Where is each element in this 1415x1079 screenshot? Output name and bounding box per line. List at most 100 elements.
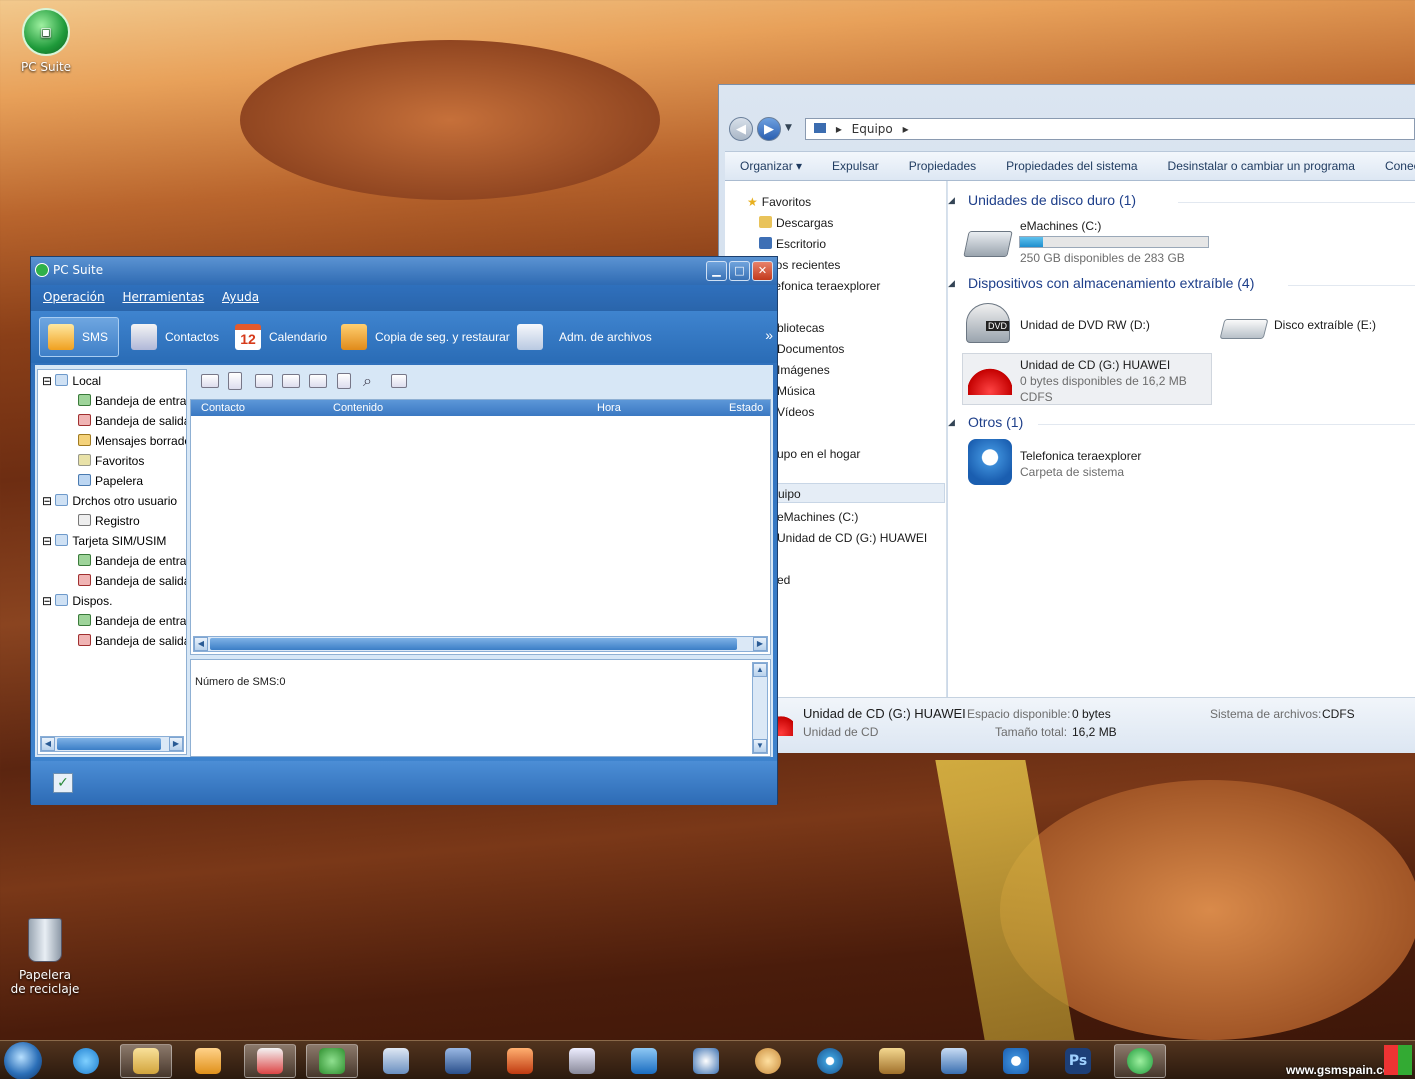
tree-local-inbox[interactable]: Bandeja de entrad [78,394,186,408]
tab-contactos[interactable]: Contactos [123,317,227,357]
close-button[interactable]: ✕ [752,261,773,281]
tree-local-drafts[interactable]: Mensajes borrador [78,434,186,448]
tree-local[interactable]: ⊟ Local [42,374,101,388]
scroll-right-icon[interactable]: ▶ [169,737,183,751]
command-organizar[interactable]: Organizar ▾ [725,159,817,173]
tree-local-favorites[interactable]: Favoritos [78,454,144,468]
taskbar-app-tools[interactable] [556,1044,608,1078]
taskbar-snipping[interactable] [244,1044,296,1078]
group-other[interactable]: Otros (1) [968,414,1023,430]
column-hora[interactable]: Hora [597,400,621,416]
menu-herramientas[interactable]: Herramientas [122,290,204,304]
scroll-left-icon[interactable]: ◀ [41,737,55,751]
tree-sim-inbox[interactable]: Bandeja de entrad [78,554,186,568]
list-hscrollbar[interactable]: ◀ ▶ [193,636,768,652]
nav-musica[interactable]: Música [777,384,815,398]
collapse-icon[interactable]: ◢ [948,195,955,206]
menu-operacion[interactable]: Operación [43,290,105,304]
taskbar-paint[interactable] [742,1044,794,1078]
collapse-icon[interactable]: ◢ [948,417,955,428]
nav-imagenes[interactable]: Imágenes [777,363,830,377]
nav-cd-huawei[interactable]: Unidad de CD (G:) HUAWEI [777,531,927,545]
taskbar-app-disc[interactable] [804,1044,856,1078]
taskbar-app-eyes[interactable] [680,1044,732,1078]
pc-suite-titlebar[interactable]: PC Suite ▁ □ ✕ [31,257,777,285]
start-button[interactable] [4,1042,42,1079]
taskbar-app-fire[interactable] [494,1044,546,1078]
scroll-left-icon[interactable]: ◀ [194,637,208,651]
nav-documentos[interactable]: Documentos [777,342,844,356]
command-propiedades-sistema[interactable]: Propiedades del sistema [991,159,1152,173]
tree-local-trash[interactable]: Papelera [78,474,143,488]
scroll-right-icon[interactable]: ▶ [753,637,767,651]
reply-icon[interactable] [255,374,273,388]
taskbar-explorer[interactable] [120,1044,172,1078]
nav-emachines[interactable]: eMachines (C:) [777,510,858,524]
drive-d-name[interactable]: Unidad de DVD RW (D:) [1020,318,1150,332]
more-tabs-button[interactable]: » [765,327,773,343]
group-removable[interactable]: Dispositivos con almacenamiento extraíbl… [968,275,1254,291]
tab-calendario[interactable]: 12 Calendario [227,317,335,357]
column-estado[interactable]: Estado [729,400,763,416]
tree-local-outbox[interactable]: Bandeja de salida [78,414,186,428]
breadcrumb-equipo[interactable]: Equipo [852,122,893,136]
taskbar-messenger[interactable] [306,1044,358,1078]
address-bar[interactable]: ▸ Equipo ▸ [805,118,1415,140]
taskbar-telefonica[interactable] [990,1044,1042,1078]
connection-status-icon[interactable]: ✓ [53,773,73,793]
tree-device-inbox[interactable]: Bandeja de entrad [78,614,186,628]
delete-message-icon[interactable] [228,372,242,390]
refresh-icon[interactable] [337,373,351,389]
scroll-thumb[interactable] [57,738,161,750]
taskbar-app-monitor[interactable] [928,1044,980,1078]
group-hdd[interactable]: Unidades de disco duro (1) [968,192,1136,208]
tab-copia[interactable]: Copia de seg. y restaurar [333,317,518,357]
nav-descargas[interactable]: Descargas [759,216,833,230]
taskbar-ie[interactable] [60,1044,112,1078]
tree-device[interactable]: ⊟ Dispos. [42,594,112,608]
command-desinstalar[interactable]: Desinstalar o cambiar un programa [1153,159,1370,173]
menu-ayuda[interactable]: Ayuda [222,290,259,304]
taskbar-app-castle[interactable] [432,1044,484,1078]
scroll-down-icon[interactable]: ▼ [753,739,767,753]
nav-bibliotecas[interactable]: bliotecas [777,321,824,335]
tree-hscrollbar[interactable]: ◀ ▶ [40,736,184,752]
drive-c-name[interactable]: eMachines (C:) [1020,219,1101,233]
column-contenido[interactable]: Contenido [333,400,383,416]
taskbar-app-pen[interactable] [370,1044,422,1078]
nav-grupo-hogar[interactable]: upo en el hogar [777,447,860,461]
tab-archivos[interactable]: Adm. de archivos [509,317,660,357]
detail-vscrollbar[interactable]: ▲ ▼ [752,662,768,754]
collapse-icon[interactable]: ◢ [948,278,955,289]
nav-videos[interactable]: Vídeos [777,405,814,419]
command-propiedades[interactable]: Propiedades [894,159,991,173]
scroll-up-icon[interactable]: ▲ [753,663,767,677]
tab-sms[interactable]: SMS [39,317,119,357]
print-icon[interactable] [391,374,407,388]
tree-device-outbox[interactable]: Bandeja de salida [78,634,186,648]
send-icon[interactable] [309,374,327,388]
maximize-button[interactable]: □ [729,261,750,281]
command-expulsar[interactable]: Expulsar [817,159,894,173]
back-button[interactable]: ◀ [729,117,753,141]
history-dropdown-icon[interactable]: ▼ [785,123,792,133]
tree-sim[interactable]: ⊟ Tarjeta SIM/USIM [42,534,166,548]
drive-e-name[interactable]: Disco extraíble (E:) [1274,318,1376,332]
command-conectar[interactable]: Conect [1370,159,1415,173]
nav-red[interactable]: ed [777,573,790,587]
nav-favoritos[interactable]: ★ Favoritos [747,195,811,209]
desktop-icon-pc-suite[interactable]: ▣ PC Suite [11,8,81,74]
minimize-button[interactable]: ▁ [706,261,727,281]
desktop-icon-recycle-bin[interactable]: Papelera de reciclaje [10,918,80,996]
column-contacto[interactable]: Contacto [201,400,245,416]
forward-icon[interactable] [282,374,300,388]
taskbar-teamviewer[interactable] [618,1044,670,1078]
taskbar-media[interactable] [182,1044,234,1078]
scroll-thumb[interactable] [210,638,737,650]
forward-button[interactable]: ▶ [757,117,781,141]
nav-escritorio[interactable]: Escritorio [759,237,826,251]
drive-g-name[interactable]: Unidad de CD (G:) HUAWEI [1020,358,1170,372]
nav-equipo[interactable]: uipo [771,483,945,503]
taskbar-pc-suite[interactable] [1114,1044,1166,1078]
telefonica-name[interactable]: Telefonica teraexplorer [1020,449,1141,463]
